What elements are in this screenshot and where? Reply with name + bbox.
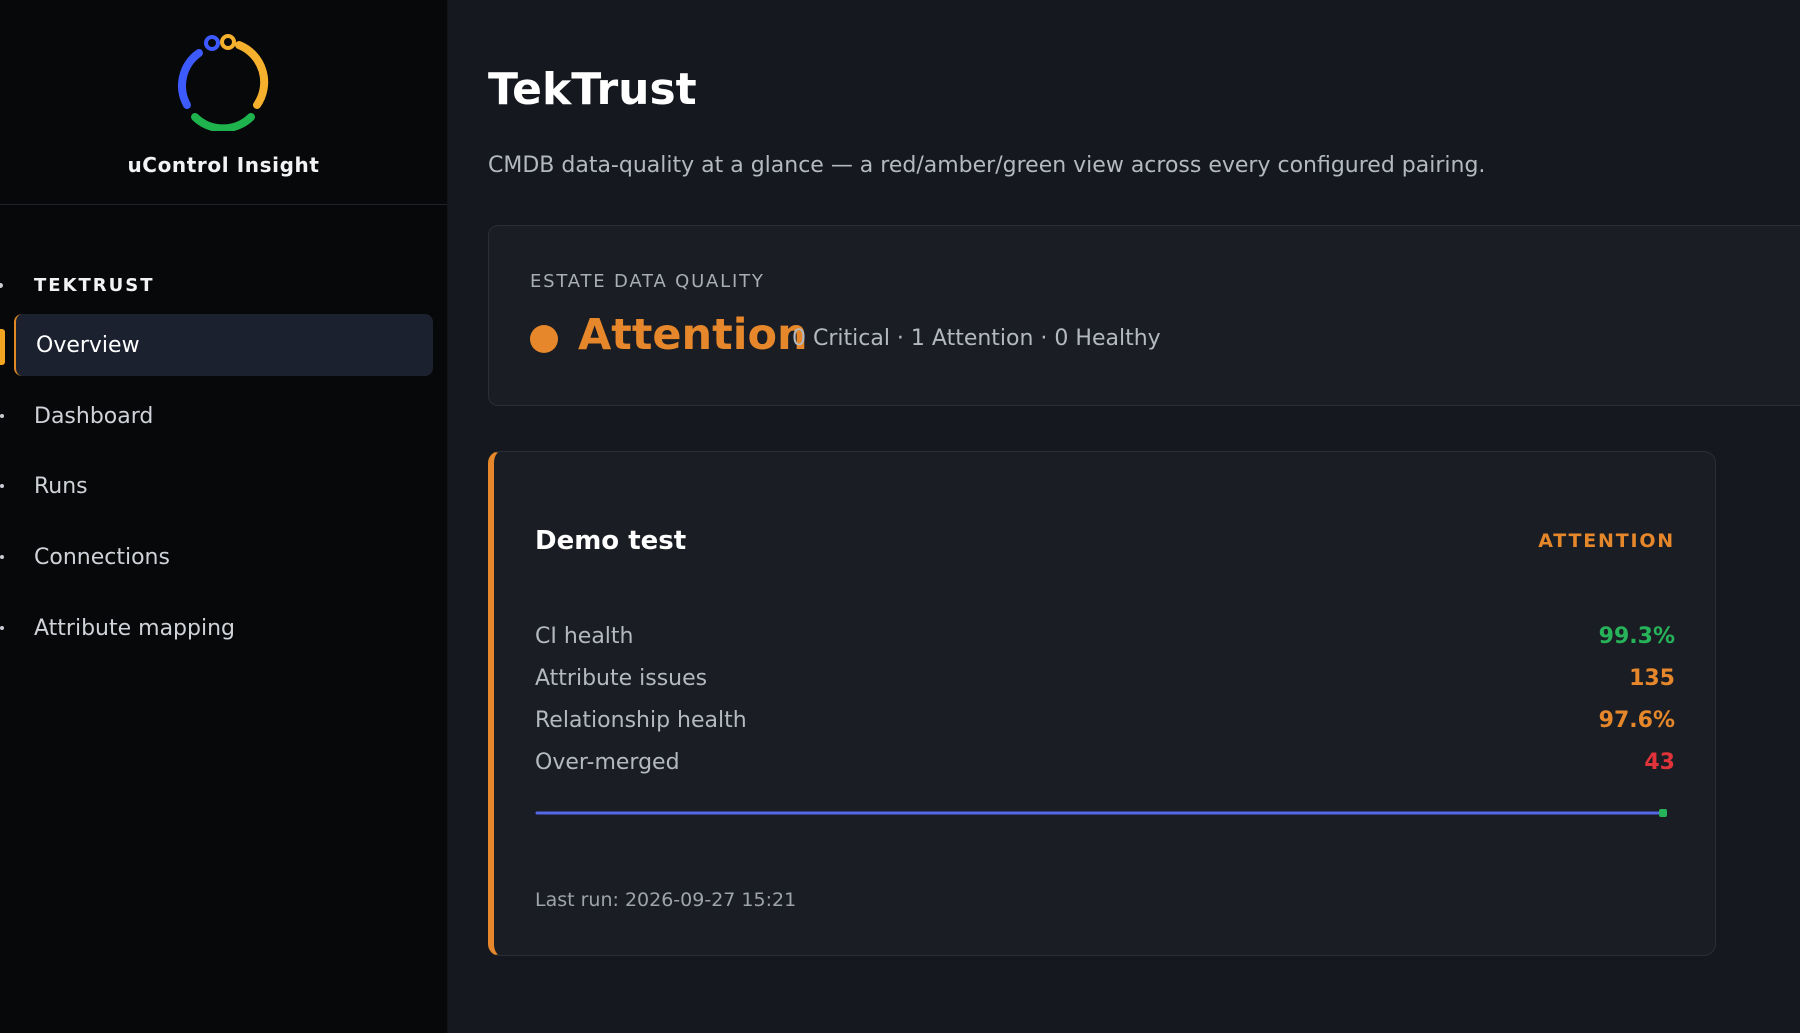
sidebar-section-label: TEKTRUST [34, 275, 155, 296]
sidebar-item-dashboard[interactable]: Dashboard [0, 385, 433, 447]
sparkline-endpoint [1659, 809, 1667, 817]
pairing-card[interactable]: Demo test ATTENTION CI health 99.3% Attr… [488, 451, 1716, 956]
status-dot-icon [530, 325, 558, 353]
estate-quality-card: ESTATE DATA QUALITY Attention 0 Critical… [488, 225, 1800, 406]
estate-status: Attention [578, 310, 808, 360]
sidebar-item-connections[interactable]: Connections [0, 526, 433, 588]
app-name: uControl Insight [127, 153, 320, 177]
metric-value: 135 [1629, 666, 1675, 691]
sidebar: uControl Insight TEKTRUST Overview Dashb… [0, 0, 448, 1033]
pairing-status-badge: ATTENTION [1538, 530, 1675, 552]
metric-value: 97.6% [1598, 708, 1675, 733]
nav-bullet [0, 484, 4, 488]
metric-row-over-merged: Over-merged 43 [535, 750, 1675, 784]
active-indicator [0, 329, 5, 365]
sidebar-item-overview[interactable]: Overview [14, 314, 433, 376]
nav-bullet [0, 414, 4, 418]
sidebar-item-label: Overview [36, 332, 140, 358]
sidebar-item-label: Attribute mapping [34, 615, 235, 641]
sidebar-item-attribute-mapping[interactable]: Attribute mapping [0, 597, 433, 659]
sidebar-item-runs[interactable]: Runs [0, 455, 433, 517]
main-content: TekTrust CMDB data-quality at a glance —… [447, 0, 1800, 1033]
metric-label: Relationship health [535, 708, 747, 733]
nav-bullet [0, 626, 4, 630]
metric-row-relationship-health: Relationship health 97.6% [535, 708, 1675, 742]
run-sparkline [535, 809, 1667, 817]
metric-label: Over-merged [535, 750, 680, 775]
estate-label: ESTATE DATA QUALITY [530, 271, 765, 292]
metric-row-ci-health: CI health 99.3% [535, 624, 1675, 658]
ring-logo-icon [178, 34, 269, 131]
last-run-timestamp: Last run: 2026-09-27 15:21 [535, 889, 797, 911]
sidebar-item-label: Connections [34, 544, 170, 570]
section-bullet [0, 283, 3, 288]
sidebar-item-label: Dashboard [34, 403, 154, 429]
metric-label: Attribute issues [535, 666, 708, 691]
nav-bullet [0, 555, 4, 559]
metric-value: 43 [1644, 750, 1675, 775]
brand-header: uControl Insight [0, 0, 447, 205]
page-title: TekTrust [488, 64, 697, 115]
estate-status-counts: 0 Critical · 1 Attention · 0 Healthy [792, 326, 1161, 351]
pairing-title: Demo test [535, 526, 687, 556]
sidebar-item-label: Runs [34, 473, 88, 499]
metric-label: CI health [535, 624, 634, 649]
metric-value: 99.3% [1598, 624, 1675, 649]
page-subtitle: CMDB data-quality at a glance — a red/am… [488, 153, 1486, 178]
metric-row-attribute-issues: Attribute issues 135 [535, 666, 1675, 700]
